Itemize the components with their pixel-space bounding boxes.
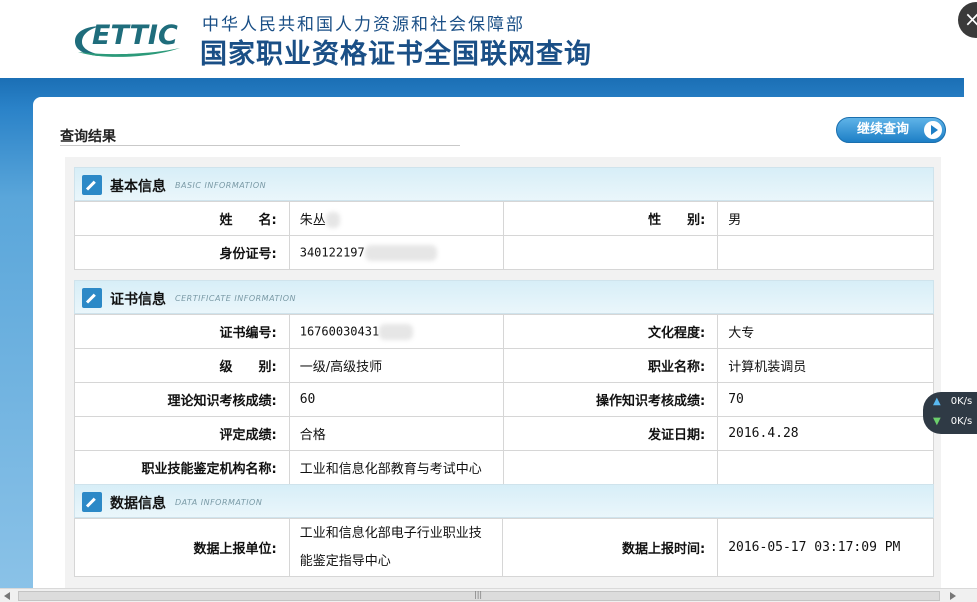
section-subtitle-certificate: CERTIFICATE INFORMATION <box>175 294 296 303</box>
empty-cell <box>717 235 934 270</box>
redacted-blur <box>364 244 437 261</box>
section-title-basic: 基本信息 <box>110 179 166 195</box>
site-title: 国家职业资格证书全国联网查询 <box>200 39 592 70</box>
scrollbar-grip: ||| <box>474 590 483 599</box>
table-row: 职业技能鉴定机构名称: 工业和信息化部教育与考试中心 <box>74 450 934 485</box>
name-label: 姓 名: <box>74 201 290 236</box>
scroll-right-icon[interactable] <box>950 592 956 600</box>
section-header-certificate: 证书信息 CERTIFICATE INFORMATION <box>74 280 934 314</box>
close-icon: × <box>964 7 977 31</box>
id-value: 340122197 <box>288 235 504 270</box>
report-unit-value: 工业和信息化部电子行业职业技 能鉴定指导中心 <box>288 518 504 577</box>
ettic-logo: ETTIC <box>72 18 190 57</box>
basic-info-table: 姓 名: 朱丛 性 别: 男 身份证号: 340122197 <box>74 201 934 270</box>
empty-cell <box>502 450 719 485</box>
report-time-label: 数据上报时间: <box>502 518 719 577</box>
certificate-info-table: 证书编号: 16760030431 文化程度: 大专 级 别: 一级/高级技师 … <box>74 314 934 485</box>
data-info-table: 数据上报单位: 工业和信息化部电子行业职业技 能鉴定指导中心 数据上报时间: 2… <box>74 518 934 577</box>
pen-icon <box>82 492 102 512</box>
upload-speed: ▲ 0K/s <box>933 396 972 407</box>
logo-text: ETTIC <box>92 20 178 51</box>
id-text: 340122197 <box>299 245 365 259</box>
report-unit-label: 数据上报单位: <box>74 518 290 577</box>
network-speed-widget[interactable]: ▲ 0K/s ▼ 0K/s <box>923 392 977 434</box>
pen-icon <box>82 175 102 195</box>
name-value: 朱丛 <box>288 201 504 236</box>
empty-cell <box>717 450 934 485</box>
redacted-blur <box>379 323 414 340</box>
play-arrow-icon <box>924 121 942 139</box>
report-unit-line-2: 能鉴定指导中心 <box>299 553 391 569</box>
issue-date-value: 2016.4.28 <box>717 416 934 451</box>
gender-value: 男 <box>717 201 934 236</box>
rating-value: 合格 <box>288 416 504 451</box>
down-arrow-icon: ▼ <box>933 416 941 427</box>
level-value: 一级/高级技师 <box>288 348 504 383</box>
table-row: 身份证号: 340122197 <box>74 235 934 270</box>
practice-score-label: 操作知识考核成绩: <box>502 382 719 417</box>
education-value: 大专 <box>717 314 934 349</box>
continue-query-label: 继续查询 <box>857 122 910 137</box>
site-header: ETTIC 中华人民共和国人力资源和社会保障部 国家职业资格证书全国联网查询 <box>0 0 977 78</box>
cert-no-text: 16760030431 <box>299 324 380 338</box>
table-row: 级 别: 一级/高级技师 职业名称: 计算机装调员 <box>74 348 934 383</box>
table-row: 证书编号: 16760030431 文化程度: 大专 <box>74 314 934 349</box>
org-value: 工业和信息化部教育与考试中心 <box>288 450 504 485</box>
report-time-value: 2016-05-17 03:17:09 PM <box>717 518 934 577</box>
id-label: 身份证号: <box>74 235 290 270</box>
rating-label: 评定成绩: <box>74 416 290 451</box>
section-header-basic: 基本信息 BASIC INFORMATION <box>74 167 934 201</box>
table-row: 评定成绩: 合格 发证日期: 2016.4.28 <box>74 416 934 451</box>
section-subtitle-data: DATA INFORMATION <box>175 498 263 507</box>
occupation-label: 职业名称: <box>502 348 719 383</box>
continue-query-button[interactable]: 继续查询 <box>836 117 946 143</box>
education-label: 文化程度: <box>502 314 719 349</box>
theory-score-label: 理论知识考核成绩: <box>74 382 290 417</box>
gender-label: 性 别: <box>502 201 719 236</box>
practice-score-value: 70 <box>717 382 934 417</box>
issue-date-label: 发证日期: <box>502 416 719 451</box>
result-title-divider <box>60 145 460 146</box>
org-label: 职业技能鉴定机构名称: <box>74 450 290 485</box>
scroll-left-icon[interactable] <box>4 592 10 600</box>
level-label: 级 别: <box>74 348 290 383</box>
section-header-data: 数据信息 DATA INFORMATION <box>74 484 934 518</box>
table-row: 姓 名: 朱丛 性 别: 男 <box>74 201 934 236</box>
pen-icon <box>82 288 102 308</box>
empty-cell <box>502 235 719 270</box>
occupation-value: 计算机装调员 <box>717 348 934 383</box>
up-arrow-icon: ▲ <box>933 396 941 407</box>
name-text: 朱丛 <box>299 212 326 228</box>
download-speed-value: 0K/s <box>950 416 973 427</box>
theory-score-value: 60 <box>288 382 504 417</box>
download-speed: ▼ 0K/s <box>933 416 972 427</box>
cert-no-label: 证书编号: <box>74 314 290 349</box>
result-title: 查询结果 <box>60 129 116 145</box>
section-title-data: 数据信息 <box>110 496 166 512</box>
redacted-blur <box>325 212 340 229</box>
cert-no-value: 16760030431 <box>288 314 504 349</box>
report-unit-line-1: 工业和信息化部电子行业职业技 <box>299 525 482 541</box>
section-title-certificate: 证书信息 <box>110 292 166 308</box>
table-row: 理论知识考核成绩: 60 操作知识考核成绩: 70 <box>74 382 934 417</box>
horizontal-scrollbar[interactable]: ||| <box>0 588 977 602</box>
table-row: 数据上报单位: 工业和信息化部电子行业职业技 能鉴定指导中心 数据上报时间: 2… <box>74 518 934 577</box>
section-subtitle-basic: BASIC INFORMATION <box>175 181 267 190</box>
upload-speed-value: 0K/s <box>950 396 973 407</box>
